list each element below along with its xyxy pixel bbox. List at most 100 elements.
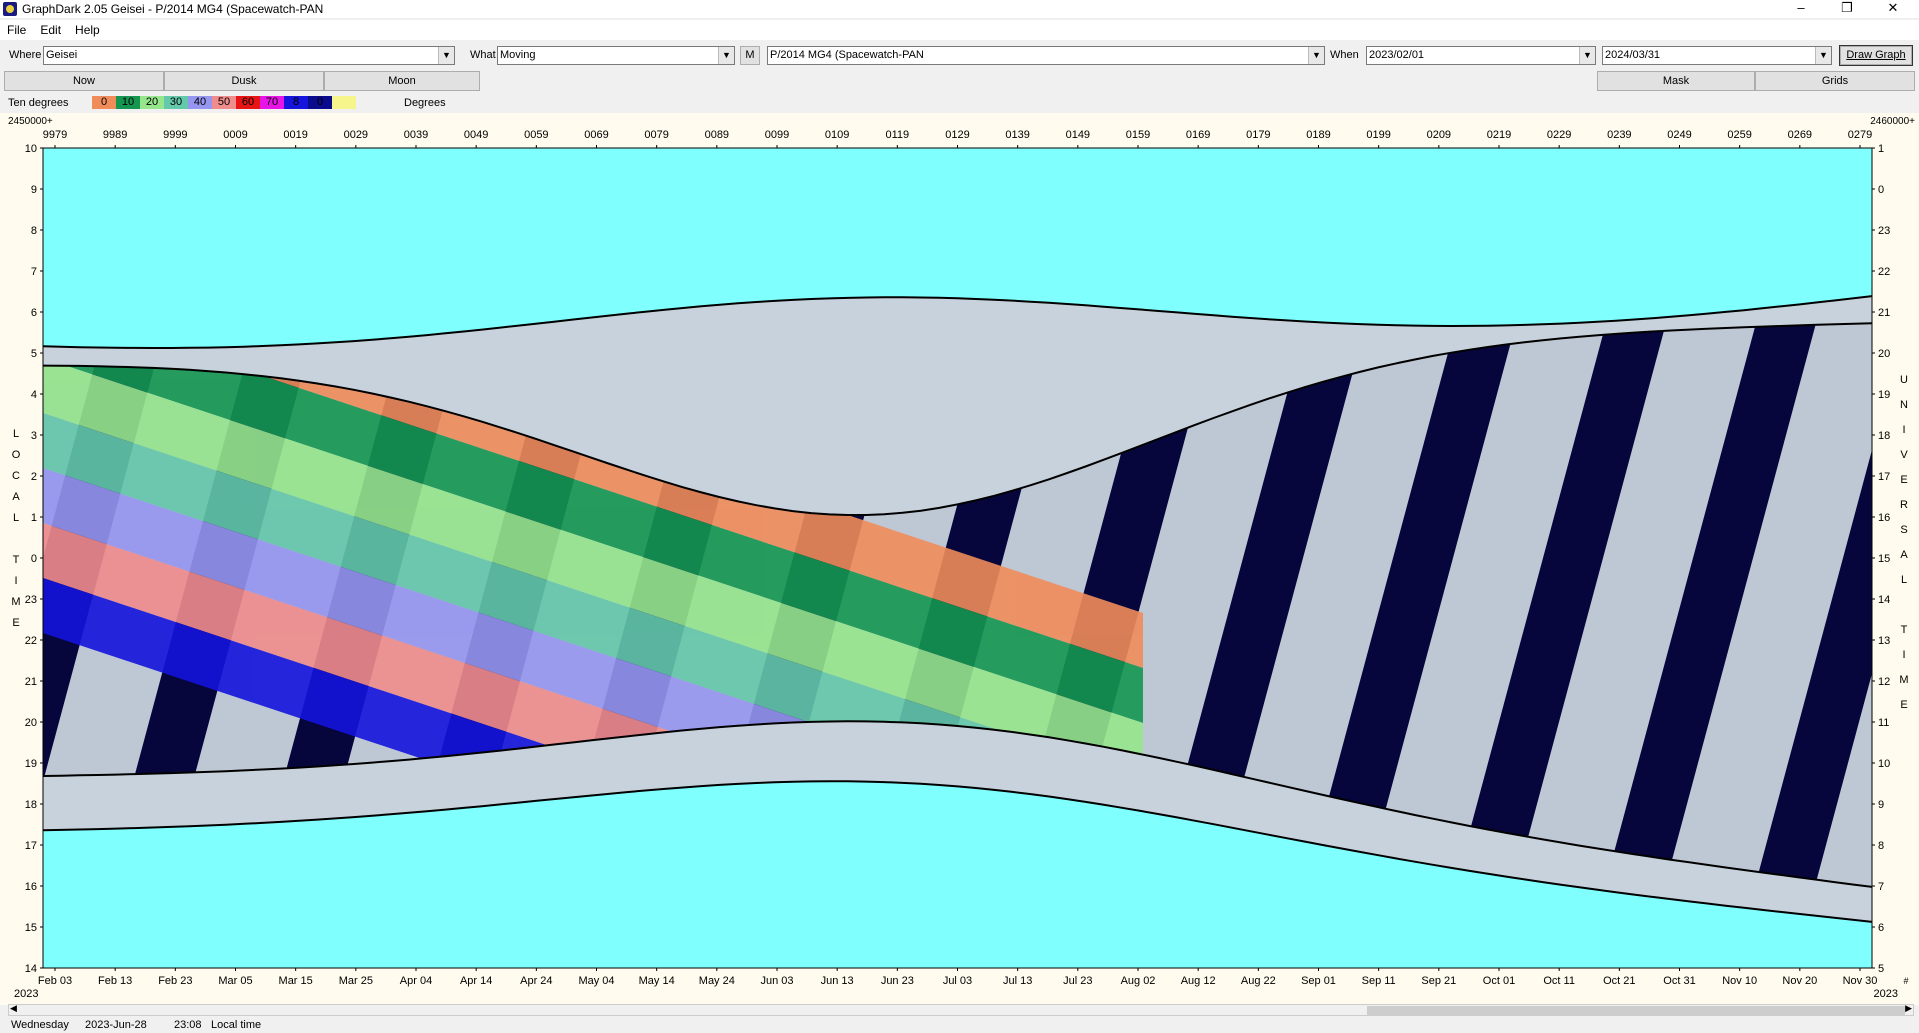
- menu-help[interactable]: Help: [68, 23, 107, 37]
- menu-file[interactable]: File: [0, 23, 33, 37]
- legend-swatch: 40: [188, 96, 212, 109]
- left-axis-tick-label: 22: [25, 635, 37, 647]
- legend-degrees-label: Degrees: [404, 97, 446, 109]
- date-tick-label: May 04: [578, 975, 614, 987]
- jd-tick-label: 0059: [524, 129, 548, 141]
- right-axis-tick-label: 20: [1878, 348, 1890, 360]
- date-tick-label: Jul 03: [943, 975, 972, 987]
- legend-swatch: 0: [92, 96, 116, 109]
- jd-tick-label: 0279: [1848, 129, 1872, 141]
- date-tick-label: Aug 02: [1121, 975, 1156, 987]
- horizontal-scrollbar[interactable]: ◀ ▶: [8, 1003, 1914, 1016]
- right-axis-tick-label: 9: [1878, 799, 1884, 811]
- jd-tick-label: 9999: [163, 129, 187, 141]
- graph-canvas[interactable]: 2450000+ 2460000+9979 9989 9999 0009 0019 0029…: [0, 113, 1919, 1005]
- left-axis-tick-label: 16: [25, 881, 37, 893]
- date-tick-label: Mar 05: [218, 975, 252, 987]
- jd-tick-label: 0209: [1427, 129, 1451, 141]
- right-axis-tick-label: 0: [1878, 184, 1884, 196]
- legend-swatch: 10: [116, 96, 140, 109]
- date-tick-label: Nov 10: [1722, 975, 1757, 987]
- left-axis-tick-label: 2: [31, 471, 37, 483]
- right-axis-title-letter: N: [1900, 399, 1908, 411]
- legend-ten-degrees-label: Ten degrees: [8, 97, 69, 109]
- object-select[interactable]: P/2014 MG4 (Spacewatch-PAN ▼: [767, 46, 1325, 65]
- right-axis-tick-label: 12: [1878, 676, 1890, 688]
- start-date-select[interactable]: 2023/02/01 ▼: [1366, 46, 1596, 65]
- jd-tick-label: 0049: [464, 129, 488, 141]
- what-value: Moving: [500, 49, 536, 61]
- left-axis-tick-label: 3: [31, 430, 37, 442]
- jd-tick-label: 0229: [1547, 129, 1571, 141]
- where-select[interactable]: Geisei ▼: [43, 46, 455, 65]
- right-axis-tick-label: 10: [1878, 758, 1890, 770]
- app-logo-icon: [3, 2, 17, 16]
- visibility-graph[interactable]: 2450000+ 2460000+ 9979 9989 9999 0009 0019 0029…: [0, 113, 1919, 1005]
- menu-bar: File Edit Help: [0, 20, 1919, 40]
- date-tick-label: Oct 21: [1603, 975, 1635, 987]
- what-select[interactable]: Moving ▼: [497, 46, 735, 65]
- jd-tick-label: 0149: [1066, 129, 1090, 141]
- date-tick-label: Oct 11: [1543, 975, 1575, 987]
- date-tick-label: Jun 03: [760, 975, 793, 987]
- jd-tick-label: 0019: [283, 129, 307, 141]
- right-axis-title-letter: I: [1902, 424, 1905, 436]
- view-buttons-row: Now Dusk Moon Mask Grids: [0, 71, 1919, 91]
- left-axis-title-letter: L: [13, 428, 19, 440]
- left-axis-tick-label: 10: [25, 143, 37, 155]
- jd-tick-label: 9989: [103, 129, 127, 141]
- date-tick-label: Aug 12: [1181, 975, 1216, 987]
- scroll-right-icon[interactable]: ▶: [1905, 1003, 1912, 1014]
- date-tick-label: Sep 21: [1421, 975, 1456, 987]
- mask-button[interactable]: Mask: [1597, 71, 1755, 91]
- jd-tick-label: 0159: [1126, 129, 1150, 141]
- dusk-button[interactable]: Dusk: [164, 71, 324, 91]
- date-tick-label: Oct 31: [1663, 975, 1695, 987]
- right-axis-tick-label: 19: [1878, 389, 1890, 401]
- now-button[interactable]: Now: [4, 71, 164, 91]
- chevron-down-icon[interactable]: ▼: [1815, 47, 1831, 64]
- right-axis-title-letter: E: [1900, 474, 1907, 486]
- date-tick-label: Sep 11: [1362, 975, 1396, 987]
- chevron-down-icon[interactable]: ▼: [718, 47, 734, 64]
- left-axis-tick-label: 21: [25, 676, 37, 688]
- restore-button[interactable]: ❐: [1824, 0, 1870, 18]
- jd-prefix-left: 2450000+: [8, 116, 53, 127]
- left-axis-tick-label: 1: [31, 512, 37, 524]
- left-axis-tick-label: 18: [25, 799, 37, 811]
- chevron-down-icon[interactable]: ▼: [438, 47, 454, 64]
- m-button[interactable]: M: [740, 46, 760, 65]
- year-right-label: 2023: [1874, 988, 1898, 1000]
- grids-button[interactable]: Grids: [1755, 71, 1915, 91]
- jd-tick-label: 0179: [1246, 129, 1270, 141]
- menu-edit[interactable]: Edit: [33, 23, 68, 37]
- moon-button[interactable]: Moon: [324, 71, 480, 91]
- chevron-down-icon[interactable]: ▼: [1308, 47, 1324, 64]
- end-date-select[interactable]: 2024/03/31 ▼: [1602, 46, 1832, 65]
- close-button[interactable]: ✕: [1870, 0, 1916, 18]
- scroll-left-icon[interactable]: ◀: [10, 1003, 17, 1014]
- legend-swatch: 8: [284, 96, 308, 109]
- left-axis-tick-label: 19: [25, 758, 37, 770]
- draw-graph-button[interactable]: Draw Graph: [1839, 45, 1913, 66]
- minimize-button[interactable]: –: [1778, 0, 1824, 18]
- chevron-down-icon[interactable]: ▼: [1579, 47, 1595, 64]
- start-date-value: 2023/02/01: [1369, 49, 1425, 61]
- right-axis-title-letter: V: [1900, 449, 1908, 461]
- left-axis-title-letter: T: [13, 554, 20, 566]
- right-axis-tick-label: 16: [1878, 512, 1890, 524]
- jd-tick-label: 0039: [404, 129, 428, 141]
- status-date: 2023-Jun-28: [85, 1019, 147, 1031]
- color-legend: Ten degrees 0 10 20 30 40 50 60 70 8 0 Degrees: [0, 94, 1919, 112]
- left-axis-title-letter: M: [11, 596, 20, 608]
- date-tick-label: Aug 22: [1241, 975, 1276, 987]
- status-day: Wednesday: [11, 1019, 69, 1031]
- scrollbar-thumb[interactable]: [1367, 1006, 1905, 1015]
- date-tick-label: May 24: [699, 975, 735, 987]
- date-tick-label: Nov 20: [1782, 975, 1817, 987]
- right-axis-tick-label: 21: [1878, 307, 1890, 319]
- legend-swatch: 50: [212, 96, 236, 109]
- date-tick-label: Feb 23: [158, 975, 192, 987]
- jd-tick-label: 0119: [886, 129, 910, 141]
- status-bar: Wednesday 2023-Jun-28 23:08 Local time: [0, 1018, 1919, 1033]
